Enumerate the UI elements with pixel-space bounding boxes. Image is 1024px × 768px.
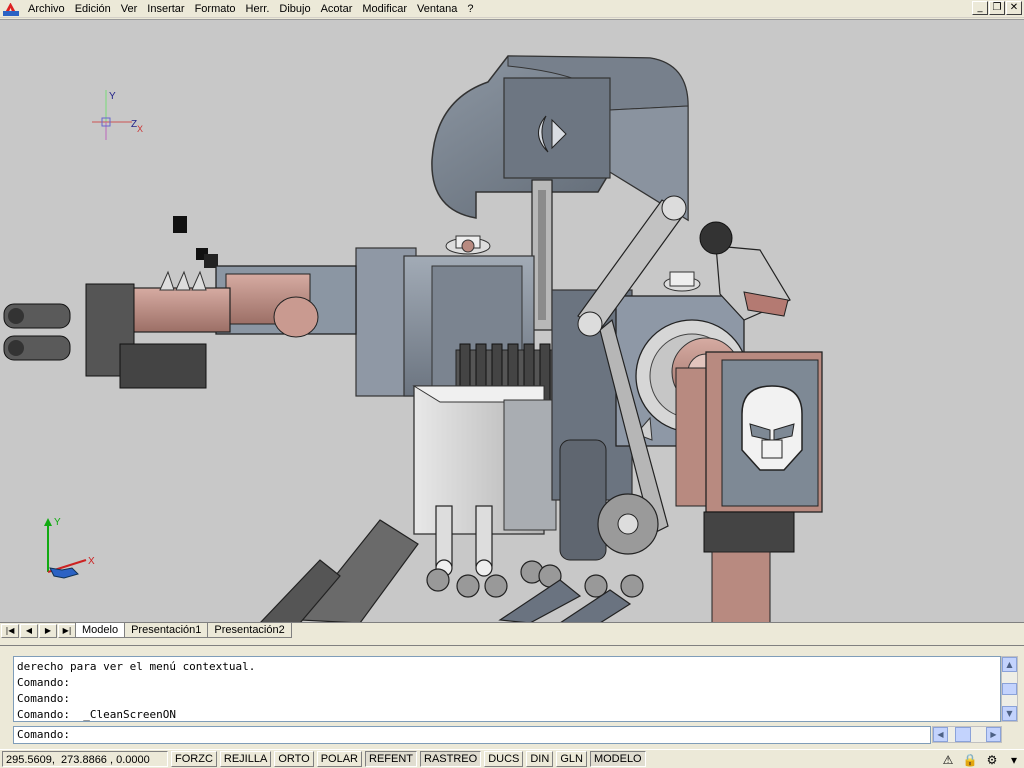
ucs-icon-top: Y Z X: [92, 90, 143, 140]
robot-left-arm: [3, 265, 357, 389]
scroll-thumb[interactable]: [1002, 683, 1017, 695]
command-history-line: Comando: _CleanScreenON: [17, 708, 176, 721]
status-toggle-ducs[interactable]: DUCS: [484, 751, 524, 767]
command-horizontal-scrollbar[interactable]: ◀ ▶: [932, 726, 1002, 743]
status-bar: 295.5609, 273.8866 , 0.0000 FORZC REJILLA…: [0, 749, 1024, 768]
scroll-left-button[interactable]: ◀: [933, 727, 948, 742]
autocad-logo-icon[interactable]: [3, 1, 19, 17]
tab-presentacion2[interactable]: Presentación2: [207, 623, 292, 638]
drawing-viewport[interactable]: Y Z X Y X: [0, 19, 1024, 622]
minimize-button[interactable]: _: [972, 1, 988, 15]
menu-edicion[interactable]: Edición: [70, 1, 116, 17]
menu-acotar[interactable]: Acotar: [316, 1, 358, 17]
status-toggle-refent[interactable]: REFENT: [365, 751, 417, 767]
status-toggle-rastreo[interactable]: RASTREO: [420, 751, 482, 767]
command-history[interactable]: derecho para ver el menú contextual. Com…: [13, 656, 1001, 722]
menu-ver[interactable]: Ver: [116, 1, 143, 17]
status-toggle-rejilla[interactable]: REJILLA: [219, 751, 272, 767]
ucs-x-label: X: [137, 124, 143, 134]
menu-ayuda[interactable]: ?: [462, 1, 478, 17]
hscroll-thumb[interactable]: [955, 727, 971, 742]
menu-archivo[interactable]: Archivo: [23, 1, 70, 17]
next-tab-button[interactable]: ▶: [39, 624, 57, 638]
status-toggle-polar[interactable]: POLAR: [316, 751, 362, 767]
last-tab-button[interactable]: ▶|: [58, 624, 76, 638]
prev-tab-button[interactable]: ◀: [20, 624, 38, 638]
robot-skull-plate: [675, 351, 823, 622]
status-toggle-modelo[interactable]: MODELO: [589, 751, 646, 767]
menu-bar: Archivo Edición Ver Insertar Formato Her…: [0, 0, 1024, 18]
scroll-right-button[interactable]: ▶: [986, 727, 1001, 742]
scroll-up-button[interactable]: ▲: [1002, 657, 1017, 672]
tab-modelo[interactable]: Modelo: [75, 623, 126, 638]
menu-dibujo[interactable]: Dibujo: [274, 1, 315, 17]
menu-modificar[interactable]: Modificar: [357, 1, 412, 17]
status-toggle-din[interactable]: DIN: [526, 751, 554, 767]
status-toggle-gln[interactable]: GLN: [556, 751, 587, 767]
status-tray: ⚠ 🔒 ⚙ ▾: [940, 751, 1022, 768]
command-window: derecho para ver el menú contextual. Com…: [0, 645, 1024, 749]
command-vertical-scrollbar[interactable]: ▲ ▼: [1001, 656, 1018, 722]
status-toggle-forzc[interactable]: FORZC: [171, 751, 217, 767]
command-input[interactable]: Comando:: [13, 726, 931, 744]
scroll-down-button[interactable]: ▼: [1002, 706, 1017, 721]
menu-herramientas[interactable]: Herr.: [241, 1, 275, 17]
chevron-down-icon[interactable]: ▾: [1006, 752, 1022, 768]
command-history-line: Comando:: [17, 692, 70, 705]
lock-icon[interactable]: 🔒: [962, 752, 978, 768]
first-tab-button[interactable]: |◀: [1, 624, 19, 638]
robot-torso: [355, 235, 633, 561]
ucs-y-label: Y: [109, 91, 116, 102]
autocad-window: Archivo Edición Ver Insertar Formato Her…: [0, 0, 1024, 768]
coordinate-readout: 295.5609, 273.8866 , 0.0000: [2, 751, 168, 767]
gear-icon[interactable]: ⚙: [984, 752, 1000, 768]
robot-3d-model: Y Z X Y X: [3, 55, 823, 622]
window-controls: _ ❐ ✕: [972, 1, 1022, 15]
menu-ventana[interactable]: Ventana: [412, 1, 462, 17]
restore-button[interactable]: ❐: [989, 1, 1005, 15]
menu-formato[interactable]: Formato: [190, 1, 241, 17]
command-history-line: derecho para ver el menú contextual.: [17, 660, 256, 673]
menu-insertar[interactable]: Insertar: [142, 1, 189, 17]
ucs-bottom-x-label: X: [88, 556, 95, 567]
close-button[interactable]: ✕: [1006, 1, 1022, 15]
command-history-line: Comando:: [17, 676, 70, 689]
layout-tab-bar: |◀ ◀ ▶ ▶| Modelo Presentación1 Presentac…: [0, 622, 1024, 638]
robot-head: [431, 55, 689, 222]
ucs-bottom-y-label: Y: [54, 517, 61, 528]
tab-presentacion1[interactable]: Presentación1: [124, 623, 209, 638]
warning-icon[interactable]: ⚠: [940, 752, 956, 768]
status-toggle-orto[interactable]: ORTO: [274, 751, 314, 767]
ucs-icon-bottom: Y X: [44, 517, 95, 579]
